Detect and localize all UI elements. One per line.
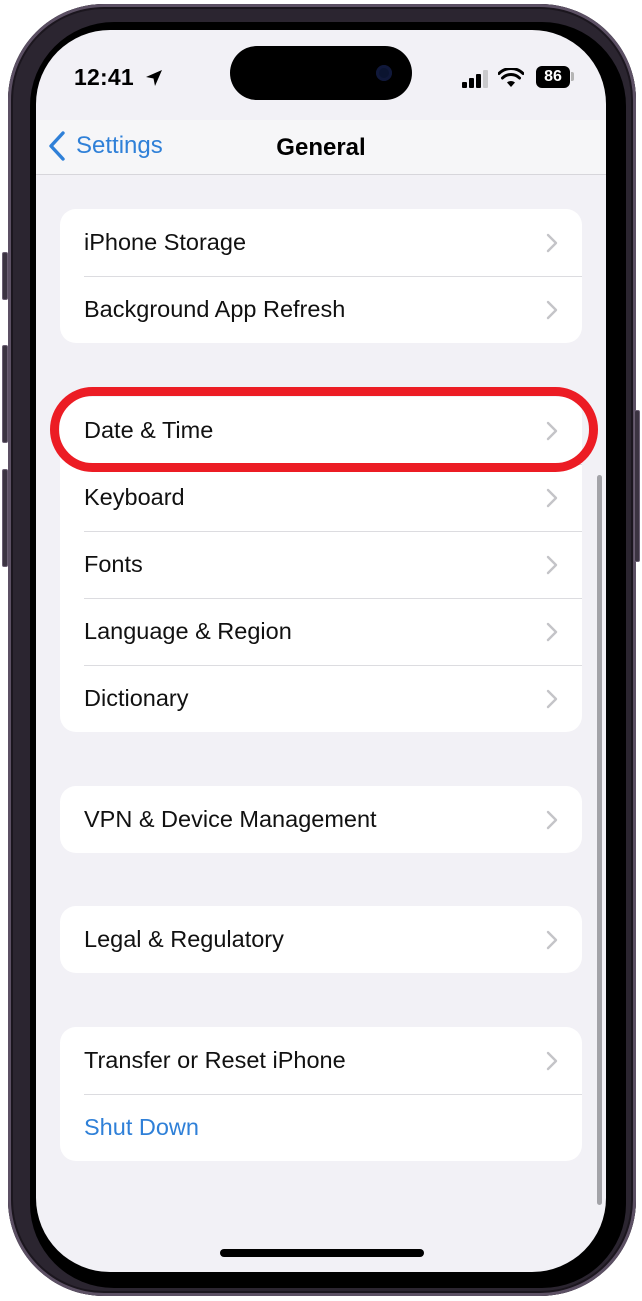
row-label: Transfer or Reset iPhone xyxy=(84,1047,346,1073)
volume-up-button xyxy=(2,345,8,443)
row-background-app-refresh[interactable]: Background App Refresh xyxy=(60,276,582,343)
chevron-right-icon xyxy=(546,622,558,642)
volume-down-button xyxy=(2,469,8,567)
action-button xyxy=(2,252,8,300)
cellular-signal-icon xyxy=(462,70,488,88)
row-label: Fonts xyxy=(84,551,143,577)
wifi-icon xyxy=(498,68,524,87)
status-bar: 12:41 86 xyxy=(36,30,606,120)
chevron-right-icon xyxy=(546,689,558,709)
chevron-right-icon xyxy=(546,300,558,320)
row-label: Keyboard xyxy=(84,484,185,510)
row-label: Dictionary xyxy=(84,685,189,711)
home-indicator[interactable] xyxy=(220,1249,424,1257)
row-label: iPhone Storage xyxy=(84,229,247,255)
row-keyboard[interactable]: Keyboard xyxy=(60,464,582,531)
chevron-right-icon xyxy=(546,233,558,253)
row-label: Shut Down xyxy=(84,1114,199,1140)
row-label: Legal & Regulatory xyxy=(84,926,284,952)
page-title-text: General xyxy=(276,134,366,161)
power-button xyxy=(634,410,640,562)
row-iphone-storage[interactable]: iPhone Storage xyxy=(60,209,582,276)
dynamic-island xyxy=(230,46,412,100)
chevron-right-icon xyxy=(546,488,558,508)
row-label: VPN & Device Management xyxy=(84,806,377,832)
row-label: Date & Time xyxy=(84,417,214,443)
row-fonts[interactable]: Fonts xyxy=(60,531,582,598)
chevron-right-icon xyxy=(546,555,558,575)
row-transfer-reset[interactable]: Transfer or Reset iPhone xyxy=(60,1027,582,1094)
row-label: Background App Refresh xyxy=(84,296,346,322)
location-arrow-icon xyxy=(146,70,162,86)
chevron-right-icon xyxy=(546,810,558,830)
row-language-region[interactable]: Language & Region xyxy=(60,598,582,665)
chevron-right-icon xyxy=(546,1051,558,1071)
screen: 12:41 86 Settings General iPhone Storage… xyxy=(36,30,606,1272)
page-title: General xyxy=(36,134,606,162)
group-storage: iPhone Storage Background App Refresh xyxy=(60,209,582,343)
group-reset: Transfer or Reset iPhone Shut Down xyxy=(60,1027,582,1161)
group-vpn: VPN & Device Management xyxy=(60,786,582,853)
camera-icon xyxy=(376,65,392,81)
navigation-bar: Settings General xyxy=(36,120,606,175)
chevron-right-icon xyxy=(546,930,558,950)
row-dictionary[interactable]: Dictionary xyxy=(60,665,582,732)
row-vpn-device-management[interactable]: VPN & Device Management xyxy=(60,786,582,853)
group-localization: Date & Time Keyboard Fonts Language & Re… xyxy=(60,397,582,732)
group-legal: Legal & Regulatory xyxy=(60,906,582,973)
row-legal-regulatory[interactable]: Legal & Regulatory xyxy=(60,906,582,973)
battery-level: 86 xyxy=(536,66,570,88)
battery-tip xyxy=(571,72,574,81)
chevron-right-icon xyxy=(546,421,558,441)
status-time: 12:41 xyxy=(74,64,134,90)
row-label: Language & Region xyxy=(84,618,292,644)
shut-down-button[interactable]: Shut Down xyxy=(60,1094,582,1161)
row-date-time[interactable]: Date & Time xyxy=(60,397,582,464)
scrollbar[interactable] xyxy=(597,475,602,1205)
